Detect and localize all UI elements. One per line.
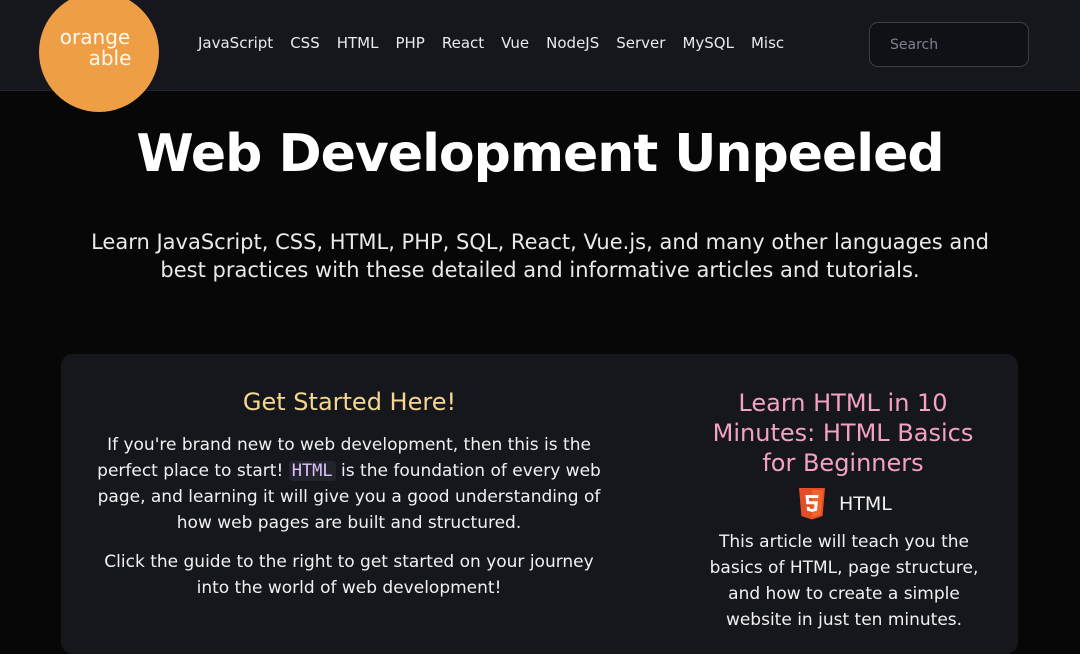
get-started-paragraph-2: Click the guide to the right to get star… [104,552,594,598]
site-header: orange able JavaScript CSS HTML PHP Reac… [0,0,1080,112]
page-title: Web Development Unpeeled [136,124,944,184]
nav-link-server[interactable]: Server [616,34,665,52]
nav-link-php[interactable]: PHP [395,34,424,52]
logo-text-line1: orange [59,25,131,49]
nav-link-mysql[interactable]: MySQL [682,34,734,52]
article-category: HTML [797,487,892,521]
nav-link-javascript[interactable]: JavaScript [198,34,273,52]
get-started-heading: Get Started Here! [242,388,457,416]
nav-link-nodejs[interactable]: NodeJS [546,34,599,52]
nav-link-misc[interactable]: Misc [751,34,784,52]
nav-link-html[interactable]: HTML [337,34,379,52]
get-started-body: If you're brand new to web development, … [94,432,604,614]
site-logo[interactable]: orange able [39,0,159,112]
get-started-paragraph-1: If you're brand new to web development, … [94,432,604,536]
nav-link-vue[interactable]: Vue [501,34,529,52]
nav-link-css[interactable]: CSS [290,34,320,52]
featured-article-description: This article will teach you the basics o… [709,532,979,630]
featured-article-title-link[interactable]: Learn HTML in 10 Minutes: HTML Basics fo… [693,388,993,478]
main-nav: JavaScript CSS HTML PHP React Vue NodeJS… [198,34,784,52]
category-label: HTML [839,493,892,515]
page-subtitle: Learn JavaScript, CSS, HTML, PHP, SQL, R… [91,230,989,282]
html5-icon [799,488,825,520]
nav-link-react[interactable]: React [442,34,484,52]
logo-text-line2: able [88,46,132,70]
html-inline-code: HTML [288,461,336,481]
search-input[interactable] [869,22,1029,67]
